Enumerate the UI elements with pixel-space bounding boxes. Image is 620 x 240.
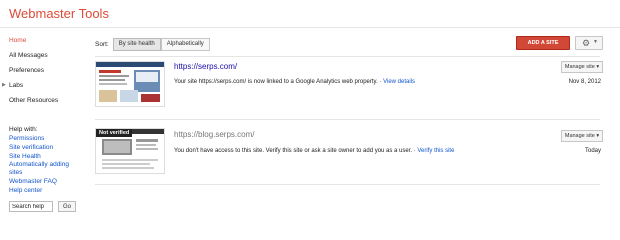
site-date: Nov 8, 2012 xyxy=(568,79,601,85)
divider xyxy=(95,56,600,57)
go-button[interactable]: Go xyxy=(57,201,76,212)
site-url-link[interactable]: https://blog.serps.com/ xyxy=(174,130,254,139)
view-details-link[interactable]: View details xyxy=(383,79,415,85)
manage-site-button[interactable]: Manage site ▾ xyxy=(561,61,603,73)
site-message-text: Your site https://serps.com/ is now link… xyxy=(174,79,384,85)
divider xyxy=(95,119,600,120)
chevron-down-icon: ▾ xyxy=(596,133,600,139)
site-message: You don't have access to this site. Veri… xyxy=(174,148,454,154)
site-thumbnail[interactable]: Not verified xyxy=(95,128,165,174)
top-bar: Webmaster Tools xyxy=(0,0,620,28)
verify-site-link[interactable]: Verify this site xyxy=(417,148,454,154)
gear-icon: ⚙ xyxy=(582,38,591,48)
manage-site-button[interactable]: Manage site ▾ xyxy=(561,130,603,142)
chevron-down-icon: ▼ xyxy=(593,39,598,45)
sidebar-item-preferences[interactable]: Preferences xyxy=(9,63,89,78)
settings-menu-button[interactable]: ⚙ ▼ xyxy=(575,36,603,50)
manage-site-label: Manage site xyxy=(564,64,595,70)
help-link-site-verification[interactable]: Site verification xyxy=(9,143,89,152)
sort-by-health-button[interactable]: By site health xyxy=(112,38,161,51)
help-link-faq[interactable]: Webmaster FAQ xyxy=(9,177,89,186)
sidebar-item-home[interactable]: Home xyxy=(9,33,89,48)
help-title: Help with: xyxy=(9,126,38,133)
site-url-link[interactable]: https://serps.com/ xyxy=(174,62,237,71)
sort-alphabetically-button[interactable]: Alphabetically xyxy=(160,38,210,51)
site-thumbnail[interactable] xyxy=(95,61,165,107)
sidebar-item-other-resources[interactable]: Other Resources xyxy=(9,93,89,108)
sidebar-item-labs[interactable]: ▶ Labs xyxy=(2,78,89,93)
divider xyxy=(95,184,600,185)
add-site-button[interactable]: ADD A SITE xyxy=(516,36,570,50)
help-search-input[interactable] xyxy=(9,201,53,212)
manage-site-label: Manage site xyxy=(564,133,595,139)
chevron-down-icon: ▾ xyxy=(596,64,600,70)
help-search: Go xyxy=(9,201,76,212)
help-link-auto-adding[interactable]: Automatically adding sites xyxy=(9,161,69,177)
sidebar-item-all-messages[interactable]: All Messages xyxy=(9,48,89,63)
help-link-site-health[interactable]: Site Health xyxy=(9,152,89,161)
sort-control: Sort: By site health Alphabetically xyxy=(95,38,210,51)
help-panel: Help with: Permissions Site verification… xyxy=(9,125,89,195)
expand-arrow-icon[interactable]: ▶ xyxy=(2,78,6,93)
not-verified-badge: Not verified xyxy=(96,129,133,137)
sort-label: Sort: xyxy=(95,41,109,48)
help-link-help-center[interactable]: Help center xyxy=(9,186,89,195)
site-message: Your site https://serps.com/ is now link… xyxy=(174,79,415,85)
help-link-permissions[interactable]: Permissions xyxy=(9,134,89,143)
site-date: Today xyxy=(584,148,601,154)
site-message-text: You don't have access to this site. Veri… xyxy=(174,148,418,154)
sidebar-item-label: Labs xyxy=(9,82,24,89)
app-title: Webmaster Tools xyxy=(9,6,109,21)
sidebar-nav: Home All Messages Preferences ▶ Labs Oth… xyxy=(2,33,89,108)
